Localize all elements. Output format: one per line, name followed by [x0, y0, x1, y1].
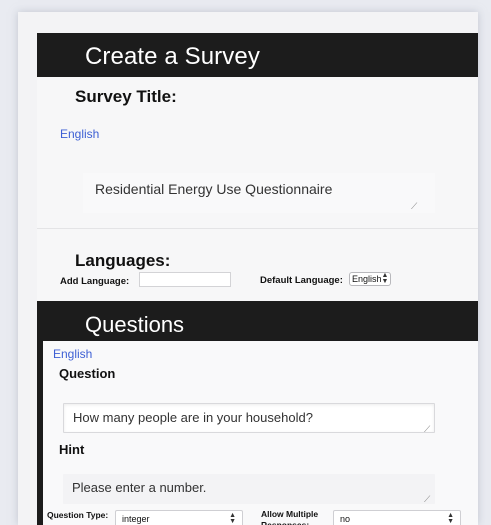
survey-title-field[interactable]: Residential Energy Use Questionnaire [83, 173, 435, 213]
page-header: Create a Survey [37, 33, 478, 77]
questions-header: Questions [37, 301, 478, 341]
hint-label: Hint [59, 442, 85, 457]
add-language-label: Add Language: [60, 276, 130, 287]
languages-section: Languages: Add Language: Default Languag… [37, 229, 478, 301]
question-type-label: Question Type: [47, 510, 109, 520]
survey-title-language-link[interactable]: English [60, 127, 99, 141]
survey-editor-panel: Create a Survey Survey Title: English Re… [37, 33, 478, 525]
survey-title-section: Survey Title: English Residential Energy… [37, 77, 478, 229]
app-window: Create a Survey Survey Title: English Re… [18, 12, 478, 525]
allow-multiple-value: no [340, 514, 351, 524]
resize-grip-icon[interactable]: ⟋ [411, 201, 417, 212]
survey-title-label: Survey Title: [75, 87, 177, 106]
default-language-value: English [352, 274, 382, 284]
default-language-select[interactable]: English ▲ ▼ [349, 272, 391, 286]
select-arrows-icon: ▲ ▼ [381, 272, 389, 285]
question-label: Question [59, 366, 116, 381]
select-arrows-icon: ▲ ▼ [447, 512, 454, 525]
questions-heading: Questions [85, 312, 185, 337]
question-input[interactable]: How many people are in your household? [63, 403, 435, 433]
page-title: Create a Survey [85, 43, 260, 70]
select-arrows-icon: ▲ ▼ [229, 512, 236, 525]
resize-grip-icon[interactable]: ⟋ [424, 494, 430, 505]
add-language-input[interactable] [139, 272, 231, 287]
resize-grip-icon[interactable]: ⟋ [424, 424, 430, 435]
languages-label: Languages: [75, 251, 171, 270]
question-card-body: English Question How many people are in … [43, 341, 478, 525]
hint-input[interactable]: Please enter a number. [63, 474, 435, 504]
allow-multiple-select[interactable]: no ▲ ▼ [333, 510, 461, 525]
question-language-link[interactable]: English [53, 347, 92, 361]
allow-multiple-label: Allow Multiple Responses: [261, 509, 319, 525]
default-language-label: Default Language: [260, 275, 343, 286]
question-card: English Question How many people are in … [37, 341, 478, 525]
question-settings-row: Question Type: integer ▲ ▼ Allow Multiple… [43, 508, 478, 525]
question-type-select[interactable]: integer ▲ ▼ [115, 510, 243, 525]
question-type-value: integer [122, 514, 150, 524]
